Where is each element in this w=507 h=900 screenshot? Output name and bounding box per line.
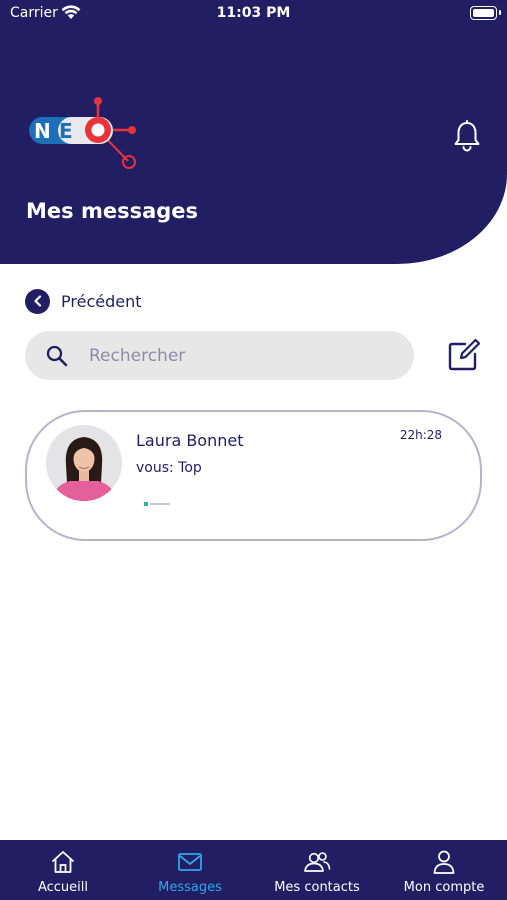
- bell-icon[interactable]: [452, 120, 482, 152]
- compose-icon[interactable]: [447, 338, 481, 372]
- tab-label: Mes contacts: [274, 880, 360, 895]
- search-bar[interactable]: [25, 331, 414, 380]
- search-icon: [46, 345, 68, 367]
- page-title: Mes messages: [26, 199, 199, 223]
- tab-label: Mon compte: [403, 880, 485, 895]
- tab-bar: Accueill Messages Mes contacts Mon compt…: [0, 840, 507, 900]
- user-icon: [433, 850, 455, 874]
- tab-account[interactable]: Mon compte: [394, 840, 494, 900]
- conversation-item[interactable]: Laura Bonnet vous: Top 22h:28: [25, 410, 482, 541]
- last-message-preview: vous: Top: [136, 460, 202, 476]
- svg-text:E: E: [59, 119, 73, 143]
- battery-icon: [470, 6, 501, 20]
- search-input[interactable]: [89, 331, 399, 380]
- home-icon: [52, 851, 74, 873]
- envelope-icon: [178, 853, 202, 871]
- back-label: Précédent: [61, 291, 142, 311]
- svg-text:N: N: [34, 119, 51, 143]
- tab-accueil[interactable]: Accueill: [13, 840, 113, 900]
- users-icon: [304, 852, 331, 872]
- chevron-left-icon: [25, 288, 50, 314]
- neo-logo: N E: [29, 97, 136, 169]
- tab-messages[interactable]: Messages: [140, 840, 240, 900]
- tag-mark: [144, 502, 170, 506]
- contact-name: Laura Bonnet: [136, 431, 244, 450]
- back-button[interactable]: Précédent: [25, 288, 142, 314]
- header-banner: Carrier 11:03 PM N E Mes messages: [0, 0, 507, 264]
- tab-contacts[interactable]: Mes contacts: [266, 840, 368, 900]
- tab-label: Accueill: [37, 880, 89, 895]
- message-time: 22h:28: [399, 428, 442, 442]
- avatar: [46, 425, 122, 501]
- tab-label: Messages: [158, 880, 222, 895]
- status-bar: Carrier 11:03 PM: [0, 0, 507, 28]
- status-time: 11:03 PM: [216, 5, 291, 21]
